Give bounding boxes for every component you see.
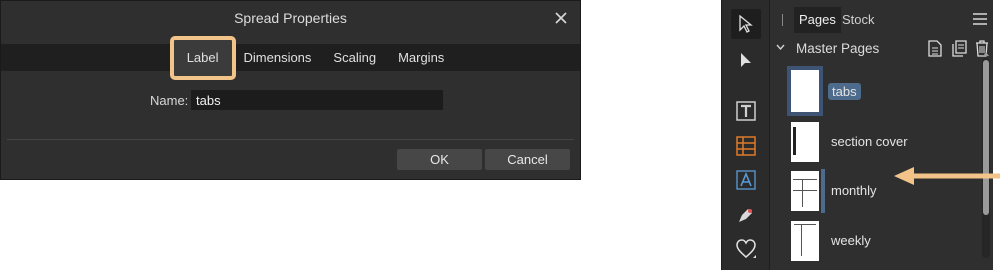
pen-tool-icon [739, 209, 752, 222]
pages-panel: Pages Stock Master Pages tabs section co… [770, 0, 1000, 270]
spread-properties-dialog: Spread Properties Label Dimensions Scali… [0, 0, 581, 180]
heart-shape-icon [736, 239, 756, 258]
dialog-divider [7, 139, 574, 140]
master-page-label: section cover [831, 134, 908, 149]
drop-indicator [821, 169, 825, 213]
master-page-item-weekly[interactable]: weekly [770, 219, 979, 269]
scroll-up-icon[interactable] [983, 52, 989, 56]
app-window: Pages Stock Master Pages tabs section co… [721, 0, 1000, 270]
page-thumbnail [791, 171, 819, 211]
tab-scaling[interactable]: Scaling [322, 44, 387, 71]
tab-dimensions[interactable]: Dimensions [233, 44, 323, 71]
scrollbar[interactable] [982, 58, 990, 258]
chevron-down-icon[interactable] [776, 44, 785, 50]
page-thumbnail [791, 122, 819, 162]
panel-menu-icon[interactable] [973, 13, 987, 25]
move-tool-icon [739, 15, 753, 33]
table-tool-button[interactable] [731, 131, 761, 161]
artistic-text-tool-icon [736, 170, 756, 190]
panel-grip[interactable] [782, 14, 783, 26]
master-page-item-tabs[interactable]: tabs [770, 64, 979, 116]
tab-stock[interactable]: Stock [837, 7, 880, 33]
close-button[interactable] [550, 7, 572, 29]
scrollbar-thumb[interactable] [983, 60, 989, 215]
cancel-button[interactable]: Cancel [485, 149, 570, 170]
shape-tool-button[interactable] [731, 234, 761, 264]
frame-text-tool-button[interactable] [731, 96, 761, 126]
ok-button[interactable]: OK [397, 149, 482, 170]
tab-margins[interactable]: Margins [387, 44, 455, 71]
pen-tool-button[interactable] [731, 200, 761, 230]
master-page-label: monthly [831, 183, 877, 198]
frame-text-tool-icon [736, 101, 756, 121]
page-thumbnail [787, 66, 823, 116]
artistic-text-tool-button[interactable] [731, 165, 761, 195]
tab-label[interactable]: Label [169, 35, 236, 80]
panel-tabbar: Pages Stock [770, 7, 993, 34]
table-tool-icon [736, 136, 756, 156]
dialog-title: Spread Properties [234, 10, 347, 26]
master-page-label: weekly [831, 233, 871, 248]
close-icon [555, 12, 567, 24]
tab-pages[interactable]: Pages [794, 7, 841, 33]
dialog-tabbar: Label Dimensions Scaling Margins [1, 35, 580, 80]
page-thumbnail [791, 221, 819, 261]
master-pages-header: Master Pages [770, 36, 993, 60]
node-tool-button[interactable] [731, 45, 761, 75]
annotation-arrow-icon [894, 167, 1000, 185]
duplicate-page-icon[interactable] [952, 40, 967, 57]
master-page-label: tabs [828, 83, 861, 100]
name-input[interactable] [191, 90, 443, 110]
name-label: Name: [150, 93, 189, 108]
section-title: Master Pages [796, 41, 880, 56]
node-tool-icon [741, 53, 751, 67]
name-row: Name: [1, 90, 580, 110]
dialog-titlebar: Spread Properties [1, 1, 580, 38]
tools-toolbar [722, 0, 770, 270]
master-page-item-section-cover[interactable]: section cover [770, 120, 979, 170]
insert-page-icon[interactable] [928, 40, 942, 57]
move-tool-button[interactable] [731, 9, 761, 39]
